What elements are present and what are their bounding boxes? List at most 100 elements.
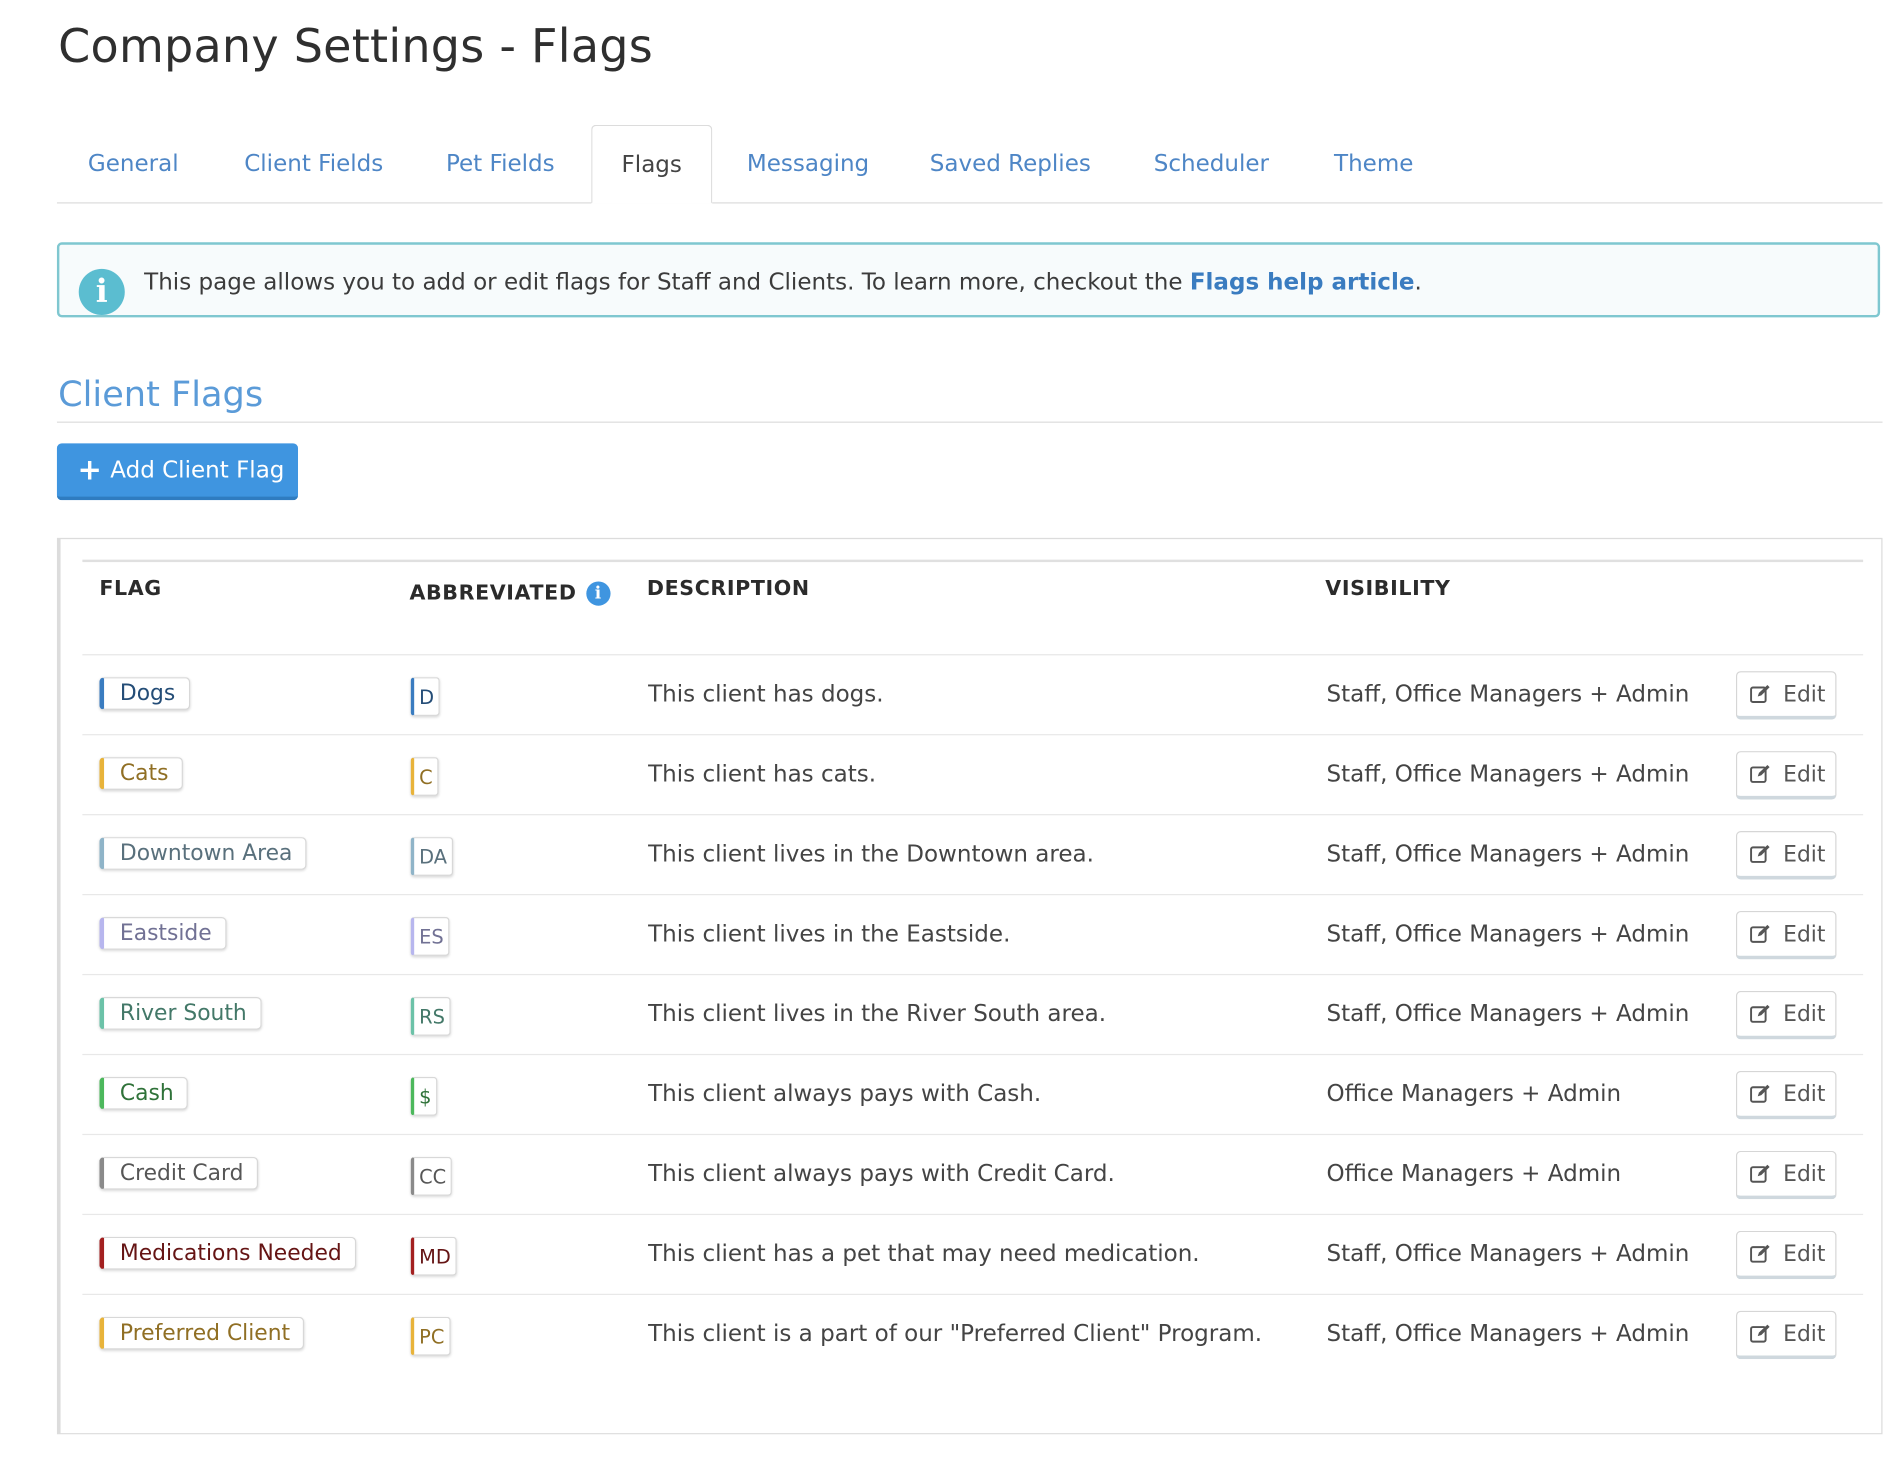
edit-label: Edit [1783,761,1826,788]
client-flags-table: FLAG ABBREVIATED i DESCRIPTION VISIBILITY… [56,537,1883,1435]
edit-label: Edit [1783,841,1826,868]
edit-flag-button[interactable]: Edit [1735,1310,1837,1360]
flag-description: This client always pays with Cash. [648,1080,1042,1108]
edit-flag-button[interactable]: Edit [1735,751,1837,800]
table-row: Cats C This client has cats. Staff, Office … [82,734,1864,816]
tab-client-fields[interactable]: Client Fields [214,125,413,201]
page: Company Settings - Flags General Client … [0,0,1897,1459]
table-header: FLAG ABBREVIATED i DESCRIPTION VISIBILITY [82,559,1864,656]
info-icon: i [78,268,125,315]
plus-icon: + [77,453,102,487]
edit-icon [1750,1084,1770,1103]
abbreviation-tag: MD [410,1236,457,1276]
flag-description: This client is a part of our "Preferred … [648,1320,1263,1348]
edit-label: Edit [1783,682,1826,708]
abbreviation-tag: DA [410,837,454,876]
tab-saved-replies[interactable]: Saved Replies [905,125,1116,201]
alert-text: This page allows you to add or edit flag… [144,268,1190,296]
flag-tag: River South [99,996,262,1030]
abbreviation-tag: CC [410,1156,453,1196]
info-icon[interactable]: i [586,581,611,606]
table-row: Preferred Client PC This client is a part … [82,1294,1863,1374]
abbreviation-tag: $ [410,1076,438,1116]
edit-label: Edit [1783,1321,1826,1348]
flag-visibility: Staff, Office Managers + Admin [1326,1000,1690,1028]
tab-scheduler[interactable]: Scheduler [1123,125,1300,201]
abbreviation-tag: RS [410,996,451,1036]
tab-flags[interactable]: Flags [591,124,713,204]
edit-flag-button[interactable]: Edit [1735,1230,1837,1280]
flag-visibility: Staff, Office Managers + Admin [1326,760,1690,788]
header-description: DESCRIPTION [646,576,810,601]
edit-flag-button[interactable]: Edit [1735,671,1837,720]
header-flag: FLAG [99,576,162,601]
flag-tag: Downtown Area [99,837,307,870]
flag-tag: Eastside [99,917,227,950]
section-title: Client Flags [58,373,264,415]
edit-icon [1750,1324,1770,1343]
flag-visibility: Staff, Office Managers + Admin [1326,840,1690,868]
edit-label: Edit [1783,1001,1826,1028]
header-abbreviated-label: ABBREVIATED [409,581,577,606]
edit-flag-button[interactable]: Edit [1735,910,1837,960]
info-alert: i This page allows you to add or edit fl… [56,242,1881,320]
edit-icon [1750,1004,1770,1023]
flag-description: This client has cats. [648,760,877,788]
table-row: Eastside ES This client lives in the Easts… [82,894,1864,976]
edit-icon [1750,1164,1770,1183]
edit-flag-button[interactable]: Edit [1735,1070,1837,1120]
edit-flag-button[interactable]: Edit [1735,1150,1837,1200]
add-client-flag-label: Add Client Flag [110,456,285,484]
flag-description: This client has a pet that may need medi… [648,1240,1200,1268]
abbreviation-tag: ES [410,917,450,956]
flag-visibility: Staff, Office Managers + Admin [1326,680,1690,708]
table-row: Dogs D This client has dogs. Staff, Office … [82,654,1864,736]
section-divider [56,421,1883,423]
abbreviation-tag: D [410,677,441,716]
flag-tag: Credit Card [99,1156,258,1190]
abbreviation-tag: PC [410,1316,451,1356]
flag-visibility: Staff, Office Managers + Admin [1326,1320,1690,1348]
settings-tabs: General Client Fields Pet Fields Flags M… [56,124,1883,204]
abbreviation-tag: C [410,757,439,796]
tab-general[interactable]: General [57,125,210,201]
content: Company Settings - Flags General Client … [0,0,1897,1460]
tab-messaging[interactable]: Messaging [718,125,897,201]
flag-tag: Cash [99,1076,189,1110]
alert-suffix: . [1414,268,1422,296]
flag-visibility: Office Managers + Admin [1326,1080,1622,1108]
edit-label: Edit [1783,1161,1826,1188]
flag-description: This client has dogs. [648,680,884,708]
edit-icon [1750,1244,1770,1263]
flags-help-link[interactable]: Flags help article [1190,269,1415,296]
flag-visibility: Staff, Office Managers + Admin [1326,920,1690,948]
edit-label: Edit [1783,1241,1826,1268]
flag-tag: Medications Needed [99,1236,357,1270]
flag-tag: Preferred Client [99,1316,305,1350]
table-row: Downtown Area DA This client lives in the … [82,814,1864,896]
header-visibility: VISIBILITY [1325,576,1451,601]
edit-label: Edit [1783,921,1826,948]
flag-visibility: Staff, Office Managers + Admin [1326,1240,1690,1268]
edit-icon [1750,764,1770,783]
page-title: Company Settings - Flags [58,19,653,73]
edit-icon [1750,844,1770,863]
edit-icon [1750,685,1770,703]
edit-label: Edit [1783,1081,1826,1108]
flag-description: This client lives in the Downtown area. [648,840,1094,868]
edit-flag-button[interactable]: Edit [1735,831,1837,880]
tab-pet-fields[interactable]: Pet Fields [418,125,583,201]
flag-tag: Cats [99,757,183,790]
table-row: Cash $ This client always pays with Cash. O… [82,1054,1864,1136]
tab-theme[interactable]: Theme [1307,125,1440,201]
edit-flag-button[interactable]: Edit [1735,990,1837,1040]
add-client-flag-button[interactable]: + Add Client Flag [56,443,299,501]
flag-description: This client lives in the River South are… [648,1000,1107,1028]
flag-description: This client lives in the Eastside. [648,920,1011,948]
flag-description: This client always pays with Credit Card… [648,1160,1115,1188]
flag-tag: Dogs [99,677,190,710]
edit-icon [1750,924,1770,943]
alert-message: This page allows you to add or edit flag… [144,245,1422,320]
table-row: River South RS This client lives in the Ri… [82,974,1864,1056]
header-abbreviated: ABBREVIATED i [409,581,611,606]
